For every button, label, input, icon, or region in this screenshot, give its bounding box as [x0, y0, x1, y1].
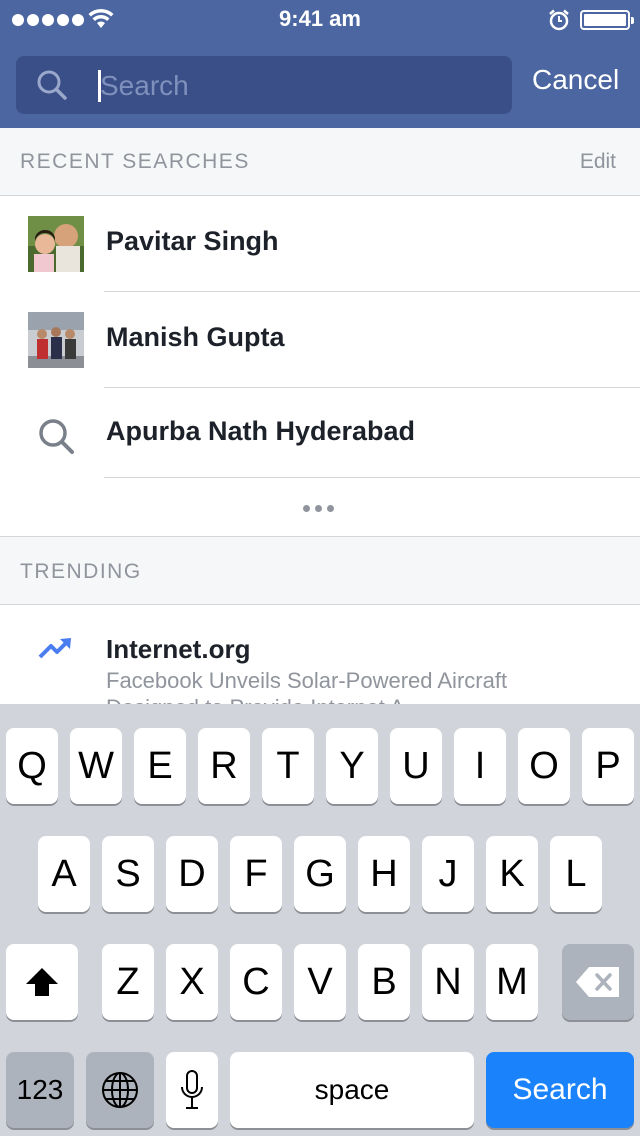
status-bar: 9:41 am [0, 0, 640, 40]
trending-title: TRENDING [20, 560, 142, 583]
more-icon [303, 505, 334, 512]
key-w[interactable]: W [70, 728, 122, 804]
backspace-key[interactable] [562, 944, 634, 1020]
key-n[interactable]: N [422, 944, 474, 1020]
key-x[interactable]: X [166, 944, 218, 1020]
key-b[interactable]: B [358, 944, 410, 1020]
key-v[interactable]: V [294, 944, 346, 1020]
globe-icon [102, 1072, 138, 1108]
key-f[interactable]: F [230, 836, 282, 912]
avatar [28, 312, 84, 368]
cancel-button[interactable]: Cancel [532, 64, 619, 96]
key-o[interactable]: O [518, 728, 570, 804]
key-k[interactable]: K [486, 836, 538, 912]
globe-key[interactable] [86, 1052, 154, 1128]
key-z[interactable]: Z [102, 944, 154, 1020]
key-l[interactable]: L [550, 836, 602, 912]
shift-key[interactable] [6, 944, 78, 1020]
status-time: 9:41 am [279, 6, 361, 31]
numbers-key[interactable]: 123 [6, 1052, 74, 1128]
shift-icon [26, 968, 58, 996]
search-icon [39, 419, 74, 454]
microphone-icon [181, 1070, 203, 1109]
dictation-key[interactable] [166, 1052, 218, 1128]
recent-searches-header: RECENT SEARCHES Edit [0, 128, 640, 196]
trending-subtitle: Facebook Unveils Solar-Powered Aircraft [106, 668, 508, 693]
key-p[interactable]: P [582, 728, 634, 804]
key-y[interactable]: Y [326, 728, 378, 804]
key-d[interactable]: D [166, 836, 218, 912]
search-icon [37, 70, 67, 100]
recent-searches-title: RECENT SEARCHES [20, 150, 250, 173]
battery-icon [580, 10, 634, 30]
trending-header: TRENDING [0, 536, 640, 605]
search-input[interactable] [100, 64, 500, 108]
key-i[interactable]: I [454, 728, 506, 804]
recent-item-manish-gupta[interactable]: Manish Gupta [0, 292, 640, 388]
key-a[interactable]: A [38, 836, 90, 912]
key-q[interactable]: Q [6, 728, 58, 804]
see-more-button[interactable] [0, 478, 640, 536]
trending-item-internet-org[interactable]: Internet.org Facebook Unveils Solar-Powe… [0, 605, 640, 705]
recent-item-pavitar-singh[interactable]: Pavitar Singh [0, 196, 640, 292]
trending-title-text: Internet.org [106, 634, 251, 664]
key-h[interactable]: H [358, 836, 410, 912]
alarm-icon [549, 9, 569, 31]
backspace-icon [576, 967, 619, 997]
key-u[interactable]: U [390, 728, 442, 804]
key-g[interactable]: G [294, 836, 346, 912]
key-m[interactable]: M [486, 944, 538, 1020]
key-t[interactable]: T [262, 728, 314, 804]
recent-item-label: Apurba Nath Hyderabad [106, 416, 416, 446]
search-field[interactable] [16, 56, 512, 114]
trending-arrow-icon [38, 638, 71, 659]
recent-item-label: Manish Gupta [106, 322, 285, 352]
keyboard: Q W E R T Y U I O P A S D F G H J K L Z … [0, 704, 640, 1136]
recent-item-apurba-nath-hyderabad[interactable]: Apurba Nath Hyderabad [0, 388, 640, 478]
search-key[interactable]: Search [486, 1052, 634, 1128]
key-c[interactable]: C [230, 944, 282, 1020]
navigation-bar: 9:41 am Cancel [0, 0, 640, 128]
key-j[interactable]: J [422, 836, 474, 912]
key-r[interactable]: R [198, 728, 250, 804]
key-e[interactable]: E [134, 728, 186, 804]
edit-button[interactable]: Edit [580, 150, 616, 174]
recent-item-label: Pavitar Singh [106, 226, 279, 256]
avatar [28, 216, 84, 272]
key-s[interactable]: S [102, 836, 154, 912]
space-key[interactable]: space [230, 1052, 474, 1128]
